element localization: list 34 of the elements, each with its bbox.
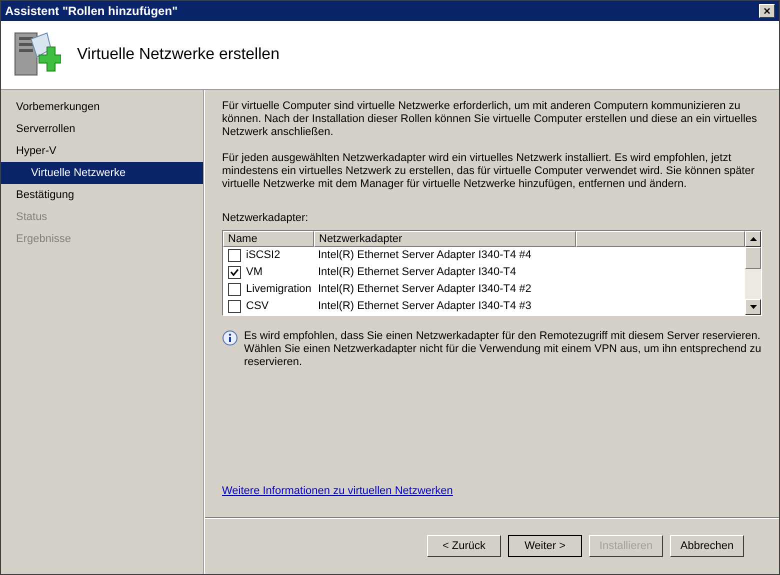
- info-link[interactable]: Weitere Informationen zu virtuellen Netzwerken: [222, 482, 453, 499]
- wizard-button[interactable]: Weiter >: [508, 535, 582, 557]
- description-text: Für virtuelle Computer sind virtuelle Netzwerke erforderlich, um mit anderen Computern kommunizieren zu können. Nach der Installation dieser Rollen können Sie virtuelle Computer erstellen und diese an ein virtuelles Netzwerk anschließen.: [222, 100, 758, 139]
- adapter-name: iSCSI2: [246, 248, 280, 263]
- adapter-name: Livemigration: [246, 282, 312, 297]
- adapter-device: Intel(R) Ethernet Server Adapter I340-T4 #2: [317, 282, 532, 297]
- adapter-device: Intel(R) Ethernet Server Adapter I340-T4 #3: [317, 298, 532, 314]
- sidebar-item[interactable]: Hyper-V: [1, 140, 203, 162]
- scroll-down-icon[interactable]: [750, 304, 756, 308]
- info-text: Es wird empfohlen, dass Sie einen Netzwerkadapter für den Remotezugriff mit diesem Server reservieren. Wählen Sie einen Netzwerkadapter nicht für die Verwendung mit einem VPN aus, um ihn entsprechend zu reservieren.: [244, 330, 762, 368]
- adapter-name: VM: [246, 264, 262, 280]
- info-icon: [222, 330, 238, 346]
- wizard-button[interactable]: < Zurück: [427, 535, 501, 557]
- scrollbar[interactable]: [745, 230, 761, 314]
- page-title: Virtuelle Netzwerke erstellen: [77, 45, 280, 65]
- sidebar-item[interactable]: Vorbemerkungen: [1, 96, 203, 118]
- wizard-button[interactable]: Abbrechen: [670, 535, 744, 557]
- checkbox[interactable]: [228, 282, 241, 296]
- description-text: Für jeden ausgewählten Netzwerkadapter wird ein virtuelles Netzwerk installiert. Es wird empfohlen, jetzt mindestens ein virtuelles Netzwerk zu erstellen, das für virtuelle Computer verwendet wird. Sie können später virtuelle Netzwerke mit dem Manager für virtuelle Netzwerke hinzufügen, entfernen und ändern.: [222, 152, 756, 191]
- window-title: Assistent "Rollen hinzufügen": [5, 3, 178, 20]
- scroll-up-icon[interactable]: [750, 236, 756, 240]
- sidebar-item[interactable]: Virtuelle Netzwerke: [1, 162, 203, 184]
- close-button[interactable]: ×: [759, 4, 775, 18]
- column-header[interactable]: Netzwerkadapter: [314, 230, 576, 246]
- adapter-device: Intel(R) Ethernet Server Adapter I340-T4 #4: [317, 248, 532, 263]
- column-header[interactable]: Name: [223, 230, 314, 246]
- checkbox[interactable]: [228, 266, 241, 278]
- checkbox[interactable]: [228, 248, 241, 262]
- sidebar-item[interactable]: Bestätigung: [1, 184, 203, 206]
- adapter-name: CSV: [246, 298, 269, 314]
- checkbox[interactable]: [228, 300, 241, 312]
- sidebar-item[interactable]: Serverrollen: [1, 118, 203, 140]
- adapter-list-label: Netzwerkadapter:: [222, 211, 310, 226]
- adapter-device: Intel(R) Ethernet Server Adapter I340-T4: [317, 264, 516, 280]
